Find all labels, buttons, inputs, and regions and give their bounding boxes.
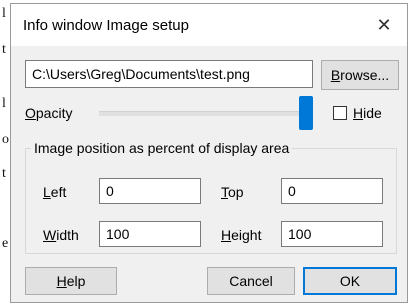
browse-label: rowse...: [340, 67, 390, 83]
top-input[interactable]: [281, 178, 383, 204]
help-button[interactable]: Help: [25, 267, 117, 295]
background-char: l: [2, 96, 6, 111]
title-bar[interactable]: Info window Image setup ✕: [11, 4, 407, 46]
opacity-accelerator: O: [25, 105, 36, 121]
hide-label-text: ide: [363, 105, 382, 121]
background-window-strip: l t l o t e: [0, 0, 10, 306]
background-char: t: [2, 166, 6, 181]
left-label: Left: [43, 184, 66, 200]
background-char: t: [2, 42, 6, 57]
width-input[interactable]: [99, 221, 201, 247]
top-label: Top: [221, 184, 244, 200]
hide-accelerator: H: [353, 105, 364, 121]
close-icon: ✕: [376, 14, 392, 35]
left-label-text: eft: [50, 184, 67, 200]
width-accelerator: W: [43, 227, 57, 243]
image-position-legend: Image position as percent of display are…: [31, 140, 293, 156]
hide-label[interactable]: Hide: [353, 105, 382, 121]
browse-accelerator: B: [330, 67, 341, 83]
help-accelerator: H: [56, 273, 67, 289]
height-input[interactable]: [281, 221, 383, 247]
image-path-input[interactable]: [25, 60, 313, 88]
height-label-text: eight: [231, 227, 262, 243]
ok-button[interactable]: OK: [303, 267, 397, 295]
opacity-slider-rail: [99, 111, 313, 116]
width-label: Width: [43, 227, 79, 243]
top-label-text: op: [228, 184, 244, 200]
height-accelerator: H: [221, 227, 232, 243]
top-accelerator: T: [221, 184, 228, 200]
background-char: e: [2, 236, 9, 251]
close-button[interactable]: ✕: [361, 4, 407, 46]
browse-button[interactable]: Browse...: [321, 60, 399, 90]
opacity-slider[interactable]: [99, 96, 313, 130]
left-input[interactable]: [99, 178, 201, 204]
height-label: Height: [221, 227, 261, 243]
dialog-title: Info window Image setup: [23, 17, 189, 34]
background-char: o: [2, 132, 9, 147]
image-setup-dialog: Info window Image setup ✕ Browse... Opac…: [10, 3, 408, 303]
width-label-text: idth: [56, 227, 79, 243]
cancel-button[interactable]: Cancel: [207, 267, 295, 295]
opacity-label: Opacity: [25, 105, 72, 121]
opacity-slider-thumb[interactable]: [299, 96, 313, 130]
left-accelerator: L: [43, 184, 51, 200]
opacity-label-text: pacity: [35, 105, 73, 121]
help-label: elp: [66, 273, 86, 289]
hide-checkbox[interactable]: [333, 106, 347, 120]
background-char: l: [2, 6, 6, 21]
